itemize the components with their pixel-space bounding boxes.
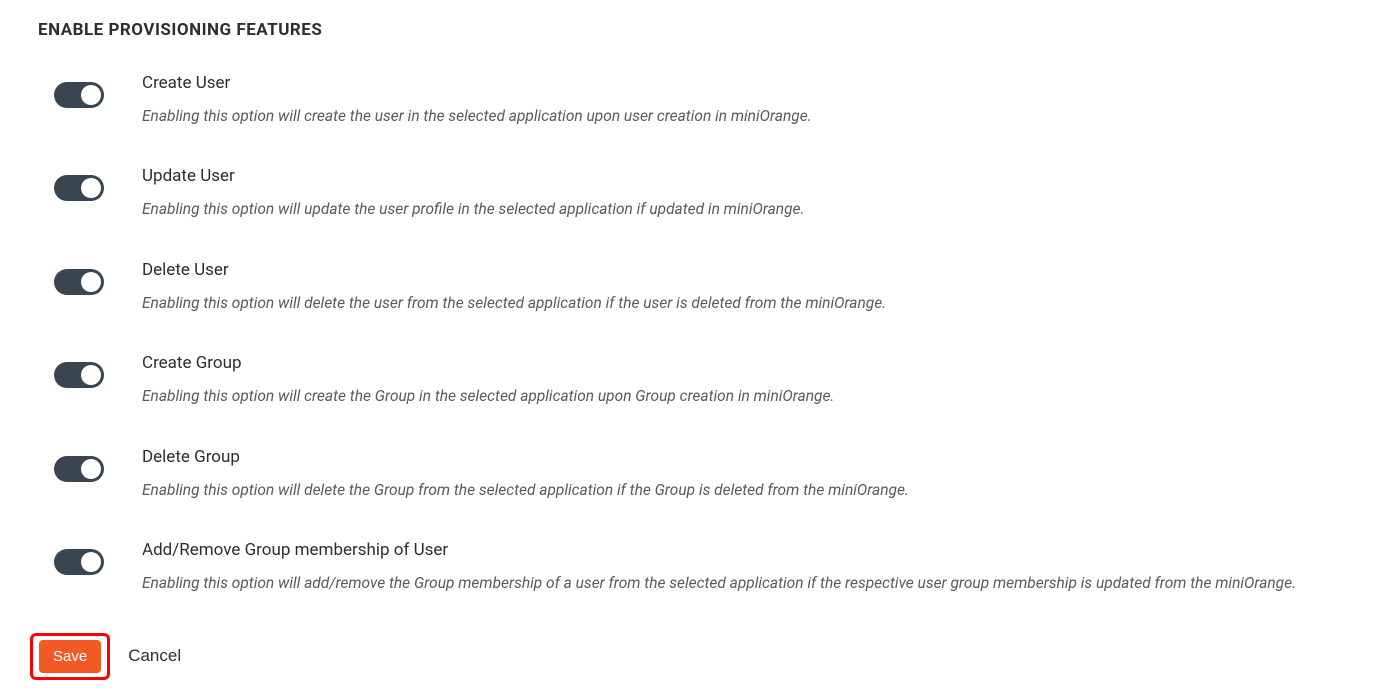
feature-desc: Enabling this option will create the use… — [142, 106, 1362, 128]
feature-row: Delete Group Enabling this option will d… — [54, 446, 1362, 501]
feature-text: Delete Group Enabling this option will d… — [142, 446, 1362, 501]
feature-text: Create User Enabling this option will cr… — [142, 72, 1362, 127]
feature-row: Create Group Enabling this option will c… — [54, 352, 1362, 407]
feature-row: Add/Remove Group membership of User Enab… — [54, 539, 1362, 594]
toggle-delete-group[interactable] — [54, 456, 104, 482]
feature-desc: Enabling this option will delete the use… — [142, 293, 1362, 315]
actions-bar: Save Cancel — [38, 633, 1362, 680]
feature-desc: Enabling this option will create the Gro… — [142, 386, 1362, 408]
feature-desc: Enabling this option will add/remove the… — [142, 573, 1362, 595]
feature-text: Delete User Enabling this option will de… — [142, 259, 1362, 314]
cancel-button[interactable]: Cancel — [128, 646, 181, 666]
save-highlight-box: Save — [30, 633, 110, 680]
toggle-update-user[interactable] — [54, 175, 104, 201]
feature-label: Create Group — [142, 352, 1362, 376]
toggle-group-membership[interactable] — [54, 549, 104, 575]
save-button[interactable]: Save — [39, 640, 101, 673]
feature-row: Create User Enabling this option will cr… — [54, 72, 1362, 127]
features-list: Create User Enabling this option will cr… — [38, 72, 1362, 595]
feature-desc: Enabling this option will update the use… — [142, 199, 1362, 221]
feature-label: Create User — [142, 72, 1362, 96]
feature-label: Update User — [142, 165, 1362, 189]
feature-row: Delete User Enabling this option will de… — [54, 259, 1362, 314]
feature-label: Add/Remove Group membership of User — [142, 539, 1362, 563]
toggle-create-user[interactable] — [54, 82, 104, 108]
feature-text: Update User Enabling this option will up… — [142, 165, 1362, 220]
feature-text: Create Group Enabling this option will c… — [142, 352, 1362, 407]
feature-label: Delete User — [142, 259, 1362, 283]
toggle-delete-user[interactable] — [54, 269, 104, 295]
feature-desc: Enabling this option will delete the Gro… — [142, 480, 1362, 502]
feature-text: Add/Remove Group membership of User Enab… — [142, 539, 1362, 594]
feature-label: Delete Group — [142, 446, 1362, 470]
section-title: ENABLE PROVISIONING FEATURES — [38, 20, 1362, 40]
feature-row: Update User Enabling this option will up… — [54, 165, 1362, 220]
toggle-create-group[interactable] — [54, 362, 104, 388]
